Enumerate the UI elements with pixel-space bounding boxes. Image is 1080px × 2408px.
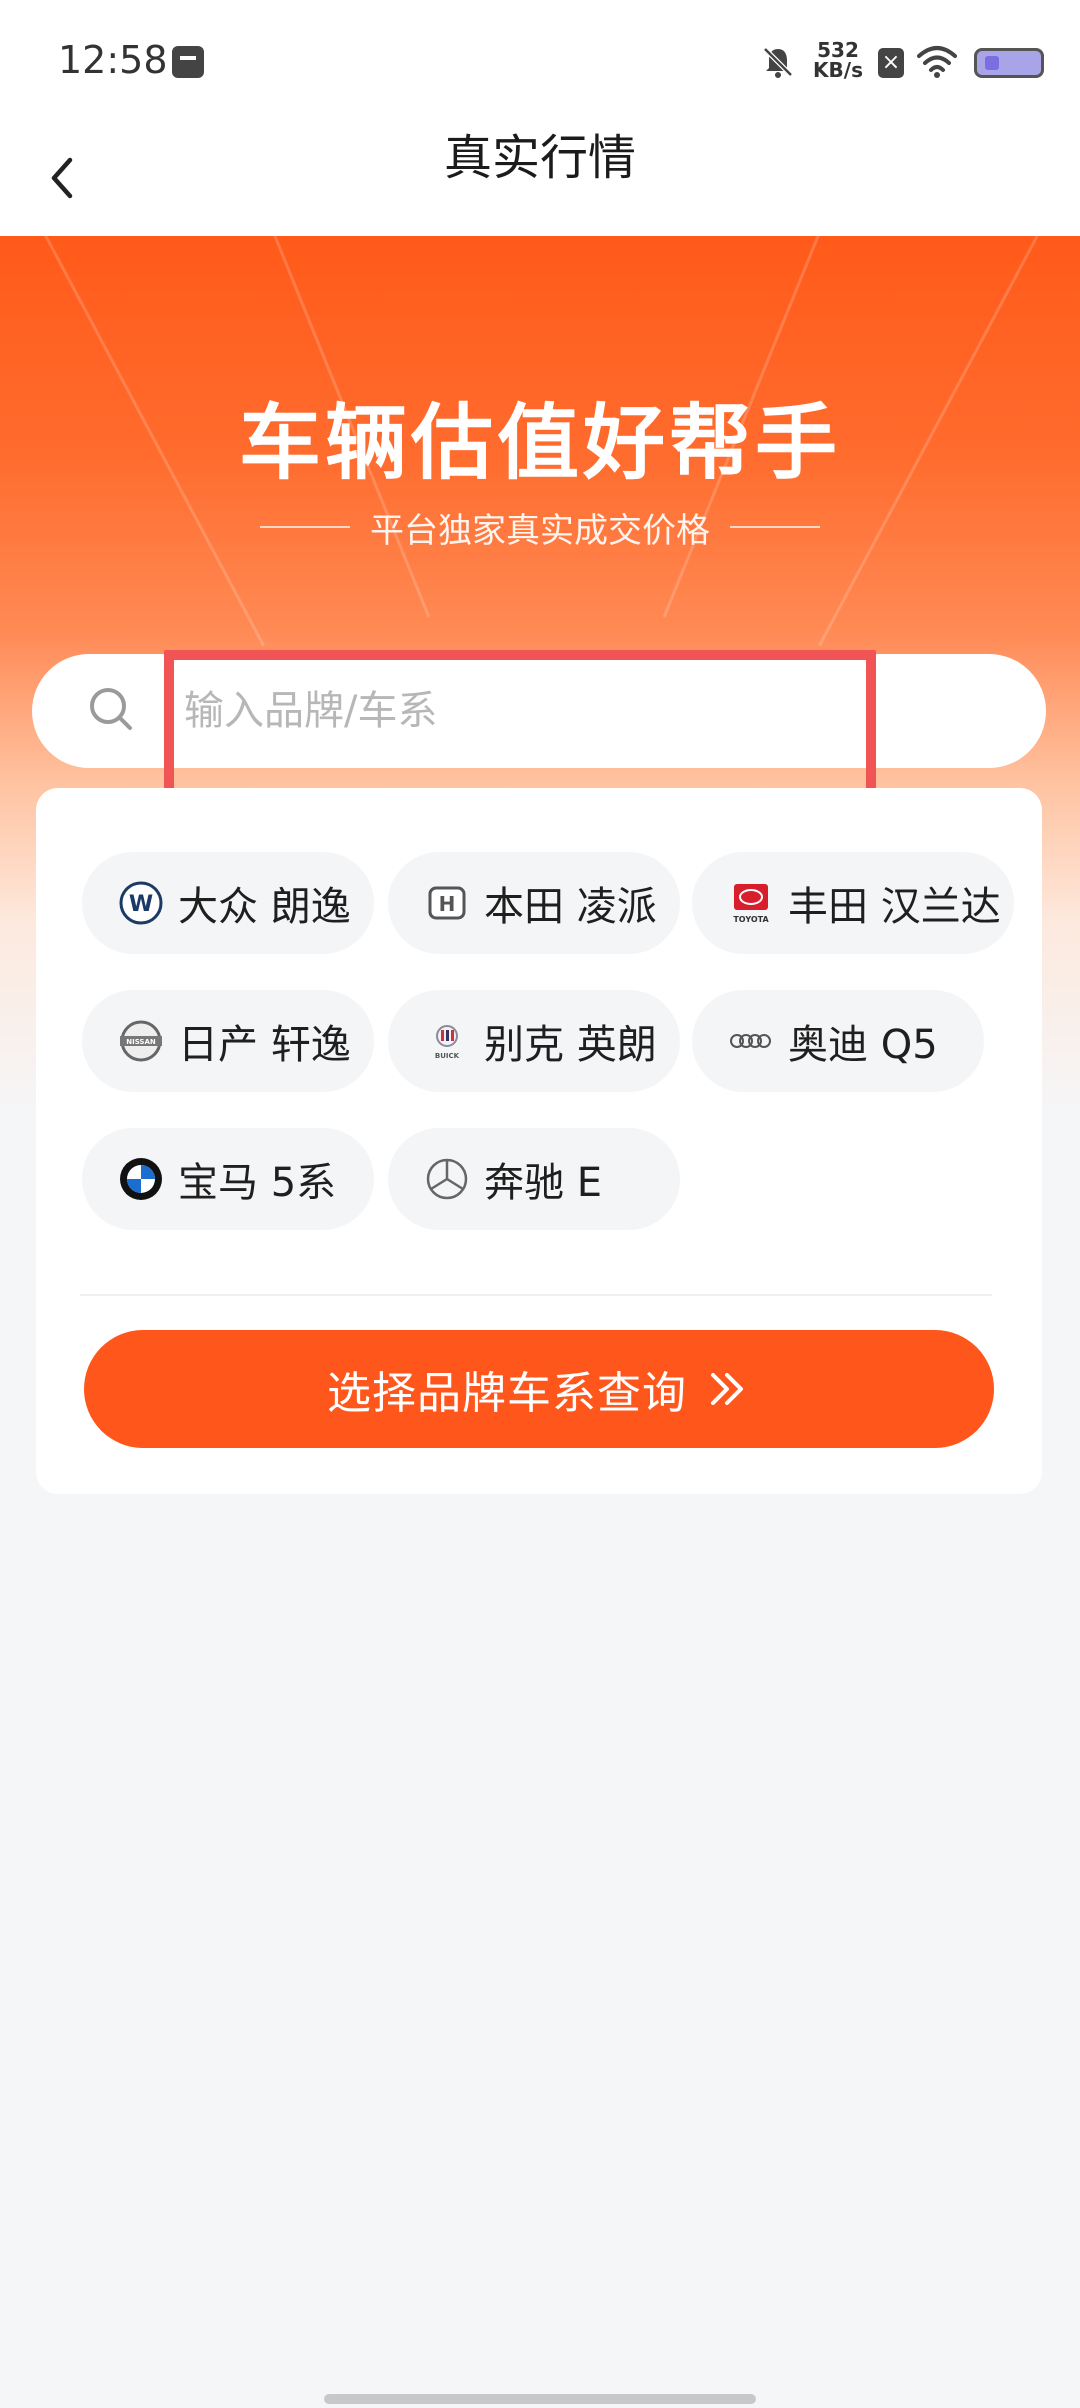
page-title: 真实行情 <box>443 130 636 186</box>
nav-bar: 真实行情 <box>0 118 1080 236</box>
search-icon <box>90 688 132 730</box>
model-chip-mercedes-e-class[interactable]: 奔驰 E <box>388 1128 680 1230</box>
honda-logo-icon: H <box>428 886 466 920</box>
model-chip-bmw-5-series[interactable]: 宝马 5系 <box>82 1128 374 1230</box>
svg-text:H: H <box>439 892 456 916</box>
query-button-label: 选择品牌车系查询 <box>327 1368 687 1419</box>
battery-icon <box>974 48 1044 78</box>
model-chip-label: 大众 朗逸 <box>178 884 351 930</box>
no-sim-icon: × <box>878 48 904 78</box>
mercedes-logo-icon <box>426 1158 468 1200</box>
select-brand-query-button[interactable]: 选择品牌车系查询 <box>84 1330 994 1448</box>
model-chip-label: 丰田 汉兰达 <box>788 884 1001 930</box>
svg-text:NISSAN: NISSAN <box>126 1038 156 1046</box>
svg-text:BUICK: BUICK <box>435 1052 460 1060</box>
model-chip-buick-excelle[interactable]: BUICK 别克 英朗 <box>388 990 680 1092</box>
svg-text:TOYOTA: TOYOTA <box>733 915 769 924</box>
model-chip-label: 日产 轩逸 <box>178 1022 351 1068</box>
back-button[interactable] <box>36 138 116 218</box>
model-chip-label: 别克 英朗 <box>484 1022 657 1068</box>
status-time: 12:58 <box>58 38 168 82</box>
model-chip-label: 奔驰 E <box>484 1160 602 1206</box>
net-speed-unit: KB/s <box>813 58 863 82</box>
hero-title: 车辆估值好帮手 <box>238 396 841 491</box>
net-speed-value: 532 <box>817 38 859 62</box>
status-bar: 12:58 532 KB/s × <box>0 0 1080 118</box>
svg-text:W: W <box>129 892 153 917</box>
hot-models-card: W 大众 朗逸 H 本田 凌派 TOYOTA 丰田 汉兰达 NISSAN 日产 … <box>36 788 1042 1494</box>
model-chip-honda-envix[interactable]: H 本田 凌派 <box>388 852 680 954</box>
model-chip-toyota-highlander[interactable]: TOYOTA 丰田 汉兰达 <box>692 852 1014 954</box>
model-chip-volkswagen-lavida[interactable]: W 大众 朗逸 <box>82 852 374 954</box>
subtitle-divider-right <box>730 526 820 528</box>
model-chip-label: 奥迪 Q5 <box>788 1022 938 1068</box>
wifi-icon <box>917 46 957 78</box>
buick-logo-icon: BUICK <box>435 1025 460 1060</box>
toyota-logo-icon: TOYOTA <box>733 884 769 924</box>
net-speed: 532 KB/s <box>808 40 868 80</box>
hero-subtitle-row: 平台独家真实成交价格 <box>0 502 1080 552</box>
subtitle-divider-left <box>260 526 350 528</box>
mute-bell-icon <box>763 47 793 78</box>
notification-icon <box>172 46 204 78</box>
bmw-logo-icon <box>120 1158 162 1200</box>
volkswagen-logo-icon: W <box>119 881 163 925</box>
home-indicator[interactable] <box>324 2394 756 2404</box>
model-chip-label: 宝马 5系 <box>178 1160 337 1206</box>
card-divider <box>80 1294 992 1296</box>
highlight-box <box>164 650 876 800</box>
hero-subtitle: 平台独家真实成交价格 <box>370 510 710 551</box>
model-chip-nissan-sylphy[interactable]: NISSAN 日产 轩逸 <box>82 990 374 1092</box>
model-chip-audi-q5[interactable]: 奥迪 Q5 <box>692 990 984 1092</box>
double-chevron-right-icon <box>711 1373 743 1405</box>
audi-logo-icon <box>730 1034 771 1048</box>
status-icons: 532 KB/s × <box>680 0 1080 118</box>
nissan-logo-icon: NISSAN <box>120 1020 162 1062</box>
model-chip-label: 本田 凌派 <box>484 884 657 930</box>
